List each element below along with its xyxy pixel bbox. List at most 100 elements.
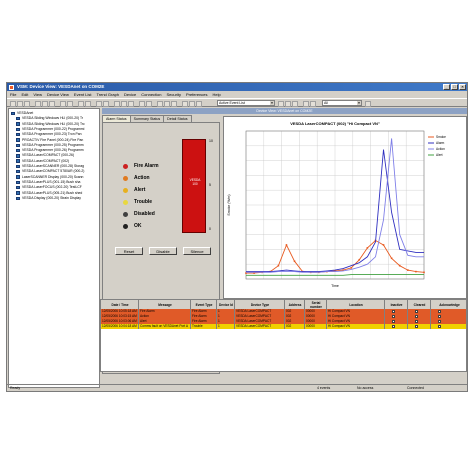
tree-item[interactable]: VESDA Programmer (000-22) Programmi [16, 127, 84, 132]
tree-item[interactable]: VESDA Programmer (000-23) Tron Pan [16, 132, 82, 137]
row-checkbox[interactable] [392, 315, 395, 318]
column-header[interactable]: Message [139, 300, 191, 309]
maximize-button[interactable]: □ [451, 84, 458, 90]
tree-item[interactable]: VESDA LaserFOCUS (002-20) TestLCF [16, 185, 82, 190]
refresh-icon[interactable] [60, 100, 66, 107]
view-go-icon[interactable] [278, 100, 284, 107]
menu-security[interactable]: Security [167, 91, 181, 98]
help-icon[interactable] [171, 100, 177, 107]
column-header[interactable]: Serial number [305, 300, 327, 309]
indicator-label: Alert [134, 187, 146, 193]
view-print-icon[interactable] [292, 100, 298, 107]
tree-item[interactable]: VESDA Sliding Windows HLI (000-20) Tr [16, 116, 83, 121]
menu-device[interactable]: Device [124, 91, 136, 98]
tree-item[interactable]: LaserSCANNER Display (000-20) Scann [16, 175, 83, 180]
menu-connection[interactable]: Connection [141, 91, 161, 98]
menu-preferences[interactable]: Preferences [186, 91, 208, 98]
row-checkbox[interactable] [438, 320, 441, 323]
disable-button[interactable]: Disable [149, 247, 177, 255]
disable-icon[interactable] [121, 100, 127, 107]
device-icon[interactable] [78, 100, 84, 107]
column-header[interactable]: Device Id [217, 300, 235, 309]
tree-item[interactable]: VESDA Programmer (000-25) Programm [16, 143, 84, 148]
zoom-in-icon[interactable] [139, 100, 145, 107]
filter-start-icon[interactable] [303, 100, 309, 107]
log-icon[interactable] [182, 100, 188, 107]
column-header[interactable]: Date / Time [101, 300, 139, 309]
menu-device-view[interactable]: Device View [47, 91, 69, 98]
tree-item[interactable]: VESDA LaserPLUS (005-21) Bush shed [16, 191, 82, 196]
tree-item[interactable]: VESDA Laser/COMPACT (000-26) [16, 153, 74, 158]
tree-item[interactable]: VESDA LaserCOMPACT 5780AR (000-2) [16, 169, 84, 174]
tree-item[interactable]: VESDA LaserPLUS (001-15) Bush sha [16, 180, 80, 185]
row-checkbox[interactable] [415, 310, 418, 313]
row-checkbox[interactable] [415, 320, 418, 323]
menu-event-list[interactable]: Event List [74, 91, 92, 98]
tree-item[interactable]: VESDA Programmer (000-26) Programm [16, 148, 84, 153]
silence-button[interactable]: Silence [183, 247, 211, 255]
menu-view[interactable]: View [33, 91, 42, 98]
zoom-out-icon[interactable] [146, 100, 152, 107]
copy-icon[interactable] [49, 100, 55, 107]
event-icon[interactable] [103, 100, 109, 107]
connect-icon[interactable] [67, 100, 73, 107]
tab-summary-status[interactable]: Summary Status [129, 115, 165, 122]
column-header[interactable]: Event Type [191, 300, 217, 309]
new-icon[interactable] [10, 100, 16, 107]
row-checkbox[interactable] [438, 315, 441, 318]
view-select[interactable]: Active Event List ▼ [217, 100, 275, 106]
menu-edit[interactable]: Edit [21, 91, 28, 98]
about-icon[interactable] [196, 100, 202, 107]
tab-detail-status[interactable]: Detail Status [163, 115, 192, 122]
tab-alarm-status[interactable]: Alarm Status [102, 115, 131, 122]
column-header[interactable]: Inactive [385, 300, 408, 309]
row-checkbox[interactable] [392, 320, 395, 323]
menu-trend-graph[interactable]: Trend Graph [96, 91, 119, 98]
device-view-header: Device View: VESDAnet on COM2E [102, 108, 467, 114]
title-bar[interactable]: VSM: Device View: VESDAnet on COM2E _ □ … [7, 83, 467, 91]
table-row[interactable]: 12/05/2006 10:04:18 AM Comms fault on VES… [101, 324, 466, 329]
filter-select[interactable]: All ▼ [322, 100, 362, 106]
minimize-button[interactable]: _ [443, 84, 450, 90]
silence-icon[interactable] [128, 100, 134, 107]
open-icon[interactable] [17, 100, 23, 107]
network-icon[interactable] [85, 100, 91, 107]
close-button[interactable]: × [459, 84, 466, 90]
reset-icon[interactable] [114, 100, 120, 107]
menu-file[interactable]: File [10, 91, 16, 98]
column-header[interactable]: Device Type [235, 300, 285, 309]
menu-help[interactable]: Help [213, 91, 221, 98]
print-icon[interactable] [35, 100, 41, 107]
tree-item[interactable]: PROACTIV Fire Panel (000-24) Fire Pan [16, 138, 83, 143]
status-access: No access [357, 386, 374, 390]
window-icon[interactable] [189, 100, 195, 107]
tree-item[interactable]: VESDA LaserSCANNER (000-28) Storag [16, 164, 84, 169]
filter-end-icon[interactable] [310, 100, 316, 107]
column-header[interactable]: Acknowledge [431, 300, 466, 309]
device-tree[interactable]: VESDAnet VESDA Sliding Windows HLI (000-2… [8, 108, 100, 388]
row-checkbox[interactable] [392, 310, 395, 313]
row-checkbox[interactable] [438, 310, 441, 313]
tree-item[interactable]: VESDA Sliding Windows HLI (000-20) Trc [16, 122, 85, 127]
cut-icon[interactable] [42, 100, 48, 107]
trend-graph[interactable]: VESDA LaserCOMPACT (002) "Hi Compact VN"… [223, 116, 467, 299]
filter-icon[interactable] [164, 100, 170, 107]
reset-button[interactable]: Reset [115, 247, 143, 255]
row-checkbox[interactable] [415, 315, 418, 318]
save-icon[interactable] [24, 100, 30, 107]
column-header[interactable]: Location [327, 300, 385, 309]
column-header[interactable]: Cleared [408, 300, 431, 309]
row-checkbox[interactable] [415, 325, 418, 328]
tree-item[interactable]: VESDA Display (000-20) Strain Display [16, 196, 81, 201]
event-list-grid[interactable]: Date / Time Message Event Type Device Id Dev… [100, 299, 467, 372]
options-icon[interactable] [157, 100, 163, 107]
column-header[interactable]: Address [285, 300, 305, 309]
row-checkbox[interactable] [392, 325, 395, 328]
tree-item[interactable]: VESDA Laser/COMPACT (002) [16, 159, 69, 164]
trend-icon[interactable] [96, 100, 102, 107]
row-checkbox[interactable] [438, 325, 441, 328]
legend-entry: Alert [436, 153, 443, 157]
filter-apply-icon[interactable] [365, 100, 371, 107]
view-config-icon[interactable] [285, 100, 291, 107]
tree-item[interactable]: VESDAnet [11, 111, 33, 116]
